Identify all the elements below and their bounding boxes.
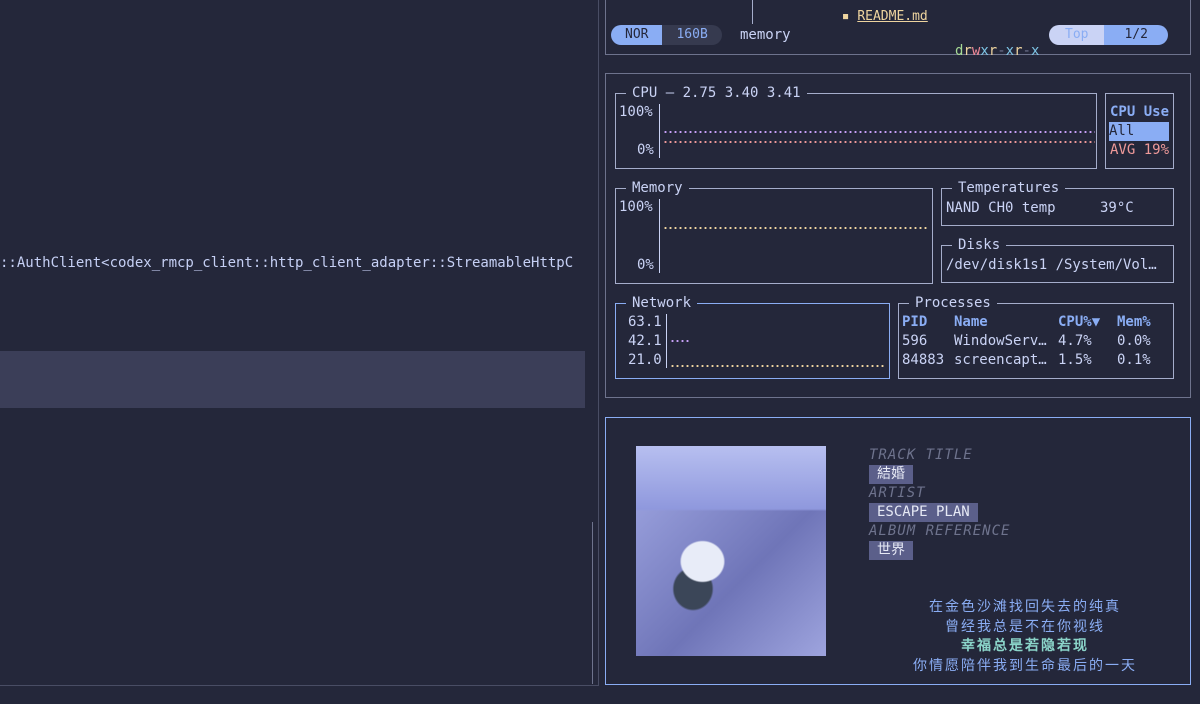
position-indicator: Top 1/2 bbox=[1049, 25, 1168, 45]
disks-widget[interactable]: Disks /dev/disk1s1 /System/Vol… bbox=[941, 237, 1174, 283]
selected-row-highlight bbox=[0, 351, 585, 408]
memory-title: Memory bbox=[626, 180, 689, 196]
page-badge: 1/2 bbox=[1104, 25, 1168, 45]
proc-row-2-pid[interactable]: 84883 bbox=[902, 351, 944, 370]
memory-y-axis bbox=[659, 199, 660, 273]
disk-row: /dev/disk1s1 /System/Vol… bbox=[946, 257, 1157, 273]
permissions: drwxr-xr-x bbox=[955, 43, 1040, 59]
network-label-1: 63.1 bbox=[628, 314, 662, 330]
cpu-y-max: 100% bbox=[619, 104, 653, 120]
proc-header-pid[interactable]: PID bbox=[902, 313, 927, 332]
cpu-y-min: 0% bbox=[637, 142, 654, 158]
memory-widget[interactable]: Memory bbox=[615, 180, 933, 284]
size-badge: 160B bbox=[662, 25, 722, 45]
cpu-legend-title: CPU Use bbox=[1110, 104, 1170, 120]
cpu-avg-line bbox=[663, 141, 1095, 143]
track-title: 結婚 bbox=[869, 465, 913, 484]
hovered-name: memory bbox=[740, 27, 791, 43]
network-label-2: 42.1 bbox=[628, 333, 662, 349]
disks-title: Disks bbox=[952, 237, 1007, 253]
network-tx-line bbox=[670, 365, 886, 367]
album-name: 世界 bbox=[869, 541, 913, 560]
memory-y-min: 0% bbox=[637, 257, 654, 273]
scrollbar[interactable] bbox=[592, 522, 593, 684]
mode-indicator: NOR 160B bbox=[611, 25, 722, 45]
proc-header-cpu[interactable]: CPU%▼ bbox=[1058, 313, 1100, 332]
cpu-y-axis bbox=[659, 104, 660, 158]
lyric-line-4: 你情愿陪伴我到生命最后的一天 bbox=[913, 657, 1137, 674]
temperatures-widget[interactable]: Temperatures NAND CH0 temp 39°C bbox=[941, 180, 1174, 226]
lyrics: 在金色沙滩找回失去的纯真 曾经我总是不在你视线 幸福总是若隐若现 你情愿陪伴我到… bbox=[860, 598, 1190, 676]
proc-row-2-mem[interactable]: 0.1% bbox=[1117, 351, 1151, 370]
proc-header-mem[interactable]: Mem% bbox=[1117, 313, 1151, 332]
proc-row-2-cpu[interactable]: 1.5% bbox=[1058, 351, 1092, 370]
file-entry[interactable]: ▪ README.md bbox=[826, 0, 928, 24]
memory-line bbox=[663, 227, 929, 229]
proc-row-1-pid[interactable]: 596 bbox=[902, 332, 927, 351]
file-icon: ▪ bbox=[841, 9, 850, 24]
code-line: ::AuthClient<codex_rmcp_client::http_cli… bbox=[0, 255, 574, 271]
proc-row-2-name[interactable]: screencapt… bbox=[954, 351, 1047, 370]
track-title-label: TRACK TITLE bbox=[869, 447, 973, 463]
pane-divider bbox=[0, 685, 598, 686]
cpu-legend-all[interactable]: All bbox=[1109, 122, 1169, 141]
lyric-line-1: 在金色沙滩找回失去的纯真 bbox=[929, 599, 1121, 615]
memory-y-max: 100% bbox=[619, 199, 653, 215]
cpu-all-line bbox=[663, 131, 1095, 133]
lyric-line-2: 曾经我总是不在你视线 bbox=[945, 618, 1105, 635]
processes-title: Processes bbox=[909, 295, 997, 311]
file-name: README.md bbox=[857, 9, 928, 24]
proc-header-name[interactable]: Name bbox=[954, 313, 988, 332]
mode-badge: NOR bbox=[611, 25, 663, 45]
proc-row-1-mem[interactable]: 0.0% bbox=[1117, 332, 1151, 351]
tree-line bbox=[752, 0, 753, 24]
lyric-line-current: 幸福总是若隐若现 bbox=[961, 638, 1089, 654]
temp-sensor: NAND CH0 temp bbox=[946, 200, 1056, 216]
proc-row-1-cpu[interactable]: 4.7% bbox=[1058, 332, 1092, 351]
temperatures-title: Temperatures bbox=[952, 180, 1066, 196]
cpu-title: CPU — 2.75 3.40 3.41 bbox=[626, 85, 807, 101]
network-title: Network bbox=[626, 295, 698, 311]
terminal-pane[interactable] bbox=[0, 0, 599, 686]
cpu-legend[interactable]: CPU Use All AVG 19% bbox=[1105, 93, 1174, 169]
cpu-legend-avg[interactable]: AVG 19% bbox=[1110, 141, 1169, 160]
temp-value: 39°C bbox=[1100, 200, 1134, 216]
proc-row-1-name[interactable]: WindowServ… bbox=[954, 332, 1047, 351]
artist-name: ESCAPE PLAN bbox=[869, 503, 978, 522]
album-art bbox=[636, 446, 826, 656]
network-y-axis bbox=[666, 314, 667, 368]
network-label-3: 21.0 bbox=[628, 352, 662, 368]
artist-label: ARTIST bbox=[869, 485, 926, 501]
album-label: ALBUM REFERENCE bbox=[869, 523, 1011, 539]
position-badge: Top bbox=[1049, 25, 1105, 45]
network-rx-line bbox=[670, 340, 690, 342]
